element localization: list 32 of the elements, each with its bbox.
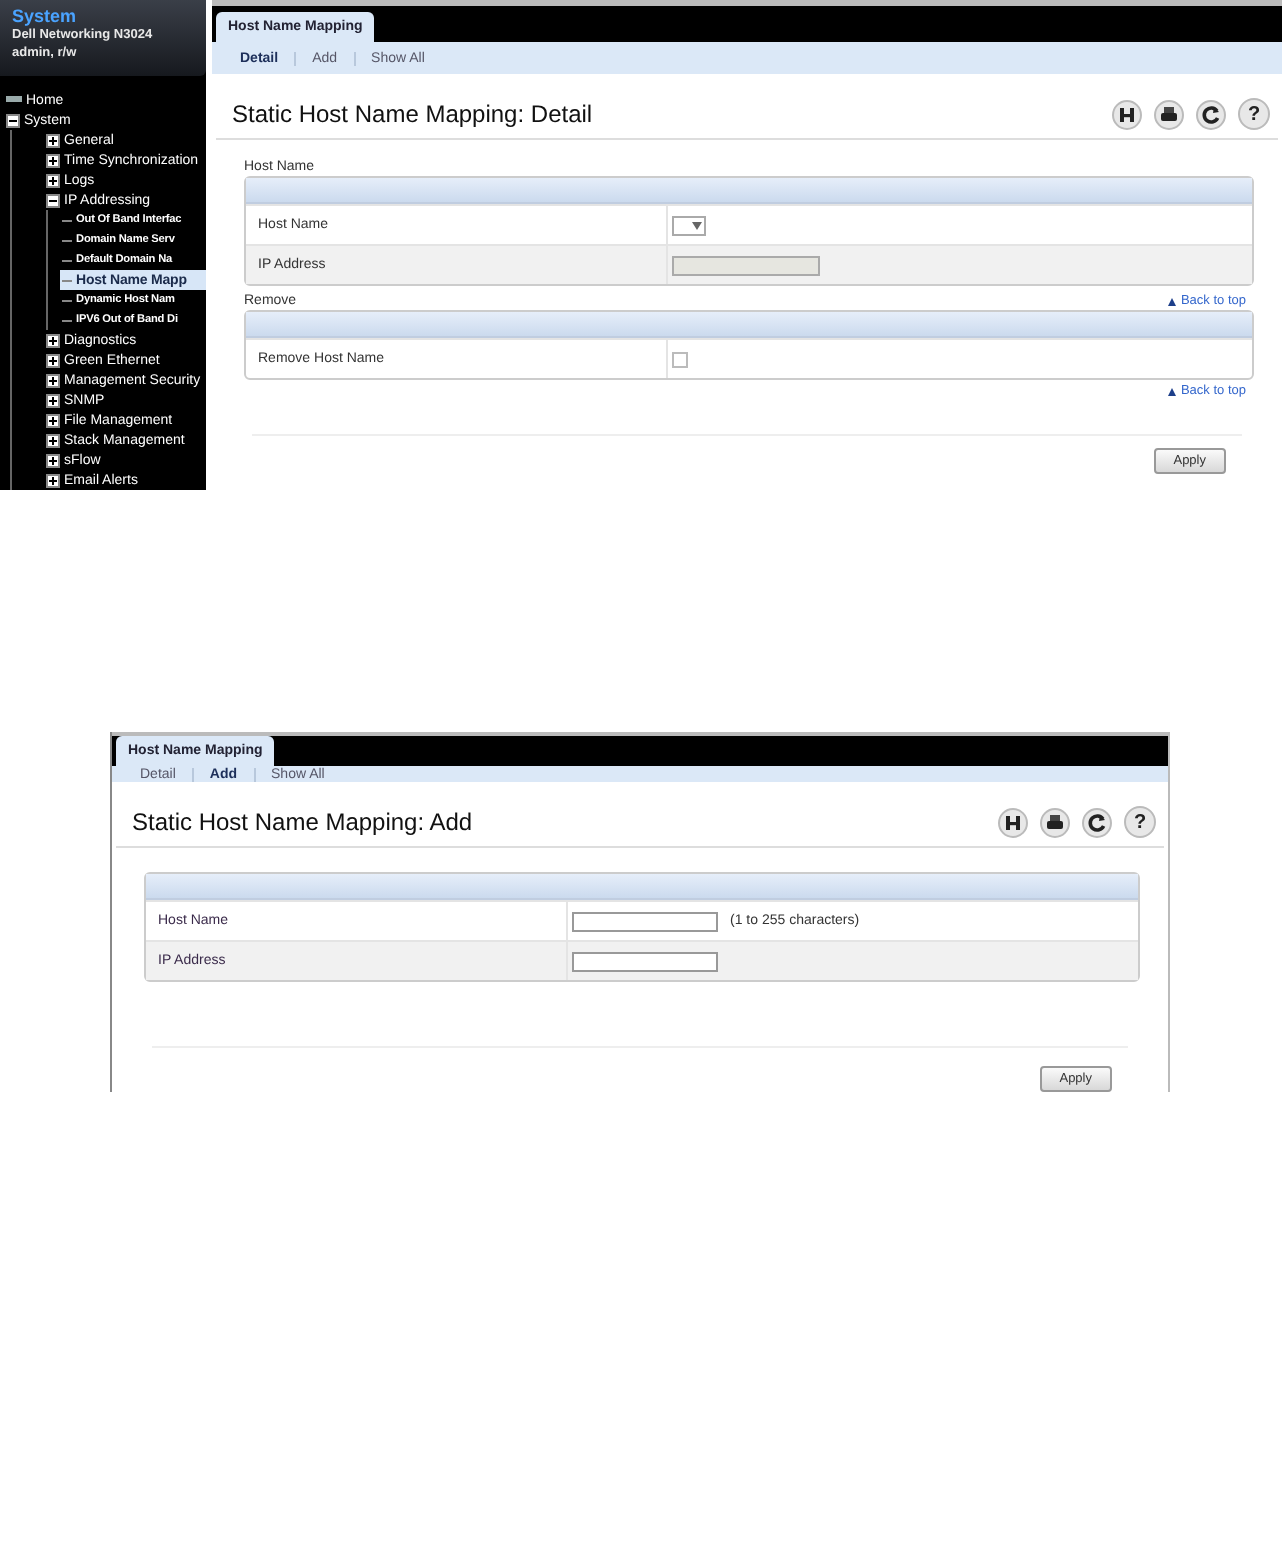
expand-icon[interactable]: [46, 173, 60, 187]
collapse-icon[interactable]: [6, 113, 20, 127]
expand-icon[interactable]: [46, 373, 60, 387]
triangle-icon[interactable]: [1168, 387, 1177, 395]
expand-icon[interactable]: [46, 473, 60, 487]
caret-icon[interactable]: [692, 221, 702, 229]
sidebar-title: System: [12, 6, 79, 26]
help-button[interactable]: ?: [1238, 98, 1270, 130]
input-field[interactable]: [572, 911, 718, 931]
triangle-icon[interactable]: [1168, 297, 1177, 305]
save-icon[interactable]: [998, 807, 1028, 838]
save-icon[interactable]: [1112, 99, 1142, 129]
expand-icon[interactable]: [46, 153, 60, 167]
collapse-icon[interactable]: [46, 193, 60, 207]
checkbox[interactable]: [672, 351, 688, 367]
expand-icon[interactable]: [46, 333, 60, 347]
expand-icon[interactable]: [46, 433, 60, 447]
page-heading: Static Host Name Mapping: Detail: [232, 100, 593, 128]
dropdown[interactable]: [672, 215, 706, 235]
input-field[interactable]: [572, 951, 718, 971]
print-icon[interactable]: [1040, 807, 1070, 838]
print-icon[interactable]: [1154, 99, 1184, 129]
home-icon[interactable]: [6, 94, 22, 106]
expand-icon[interactable]: [46, 393, 60, 407]
expand-icon[interactable]: [46, 353, 60, 367]
page-heading: Static Host Name Mapping: Add: [132, 808, 473, 837]
refresh-icon[interactable]: [1082, 807, 1112, 838]
help-button[interactable]: ?: [1124, 806, 1156, 839]
expand-icon[interactable]: [46, 133, 60, 147]
expand-icon[interactable]: [46, 453, 60, 467]
expand-icon[interactable]: [46, 413, 60, 427]
refresh-icon[interactable]: [1196, 99, 1226, 129]
